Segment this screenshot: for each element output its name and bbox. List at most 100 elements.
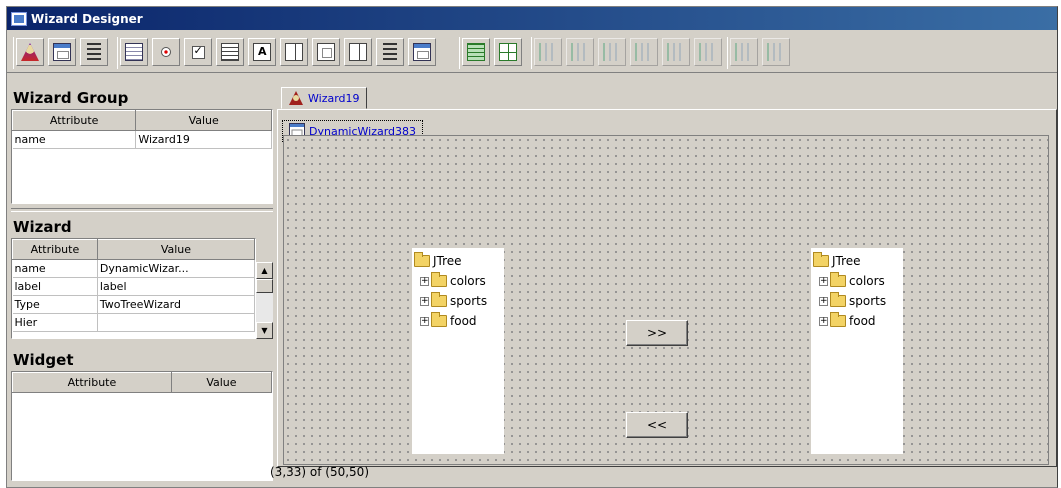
column-header[interactable]: Attribute bbox=[12, 239, 98, 260]
align-right-button[interactable] bbox=[598, 38, 626, 66]
wizard-designer-window: Wizard Designer ✓ A Wizard Group Attribu… bbox=[6, 6, 1058, 488]
tree-list-tool[interactable] bbox=[376, 38, 404, 66]
tree-root[interactable]: JTree bbox=[414, 251, 504, 271]
attribute-cell[interactable]: name bbox=[12, 130, 137, 149]
folder-icon bbox=[431, 292, 447, 307]
left-jtree[interactable]: JTree + colors + sports + food bbox=[412, 248, 504, 454]
tree-root[interactable]: JTree bbox=[813, 251, 903, 271]
attribute-cell[interactable]: Hier bbox=[12, 313, 98, 332]
textarea-tool[interactable] bbox=[248, 38, 276, 66]
value-cell[interactable]: TwoTreeWizard bbox=[97, 295, 256, 314]
align-bottom-button[interactable] bbox=[694, 38, 722, 66]
scroll-thumb[interactable] bbox=[256, 279, 273, 293]
dialog-button[interactable] bbox=[48, 38, 76, 66]
toolbar-group-widgets bbox=[117, 37, 438, 69]
tree-node-label: colors bbox=[849, 274, 885, 288]
align-middle-button[interactable] bbox=[662, 38, 690, 66]
expand-plus-icon[interactable]: + bbox=[420, 316, 429, 326]
tree-node-sports[interactable]: + sports bbox=[813, 291, 903, 311]
table-row[interactable]: label label bbox=[12, 277, 256, 296]
align-left-button[interactable] bbox=[534, 38, 562, 66]
expand-plus-icon[interactable]: + bbox=[819, 296, 828, 306]
expand-plus-icon[interactable]: + bbox=[819, 276, 828, 286]
table-layout-button[interactable] bbox=[494, 38, 522, 66]
scroll-down-arrow-icon[interactable]: ▼ bbox=[256, 322, 273, 339]
grid-layout-button[interactable] bbox=[462, 38, 490, 66]
value-cell[interactable]: label bbox=[97, 277, 256, 296]
table-row[interactable]: name DynamicWizar... bbox=[12, 259, 256, 278]
wizard-grid-wrap: Attribute Value name DynamicWizar... lab… bbox=[11, 238, 273, 339]
align-right-icon bbox=[603, 43, 621, 61]
radio-button-tool[interactable] bbox=[152, 38, 180, 66]
tab-wizard19[interactable]: Wizard19 bbox=[281, 87, 367, 109]
expand-plus-icon[interactable]: + bbox=[420, 276, 429, 286]
same-width-icon bbox=[735, 43, 753, 61]
wizard-grid: Attribute Value name DynamicWizar... lab… bbox=[11, 238, 256, 339]
list-icon bbox=[221, 43, 239, 61]
attribute-cell[interactable]: Type bbox=[12, 295, 98, 314]
column-header[interactable]: Value bbox=[135, 110, 272, 131]
wizard-group-grid: Attribute Value name Wizard19 bbox=[11, 109, 273, 204]
same-height-button[interactable] bbox=[762, 38, 790, 66]
column-header[interactable]: Value bbox=[96, 239, 256, 260]
tree-node-food[interactable]: + food bbox=[813, 311, 903, 331]
value-cell[interactable]: Wizard19 bbox=[135, 130, 272, 149]
scroll-up-arrow-icon[interactable]: ▲ bbox=[256, 262, 273, 279]
right-jtree[interactable]: JTree + colors + sports + food bbox=[811, 248, 903, 454]
form-icon bbox=[125, 43, 143, 61]
column-tool[interactable] bbox=[280, 38, 308, 66]
tree-node-food[interactable]: + food bbox=[414, 311, 504, 331]
attribute-cell[interactable]: name bbox=[12, 259, 98, 278]
folder-icon bbox=[830, 272, 846, 287]
tree-node-sports[interactable]: + sports bbox=[414, 291, 504, 311]
table-row[interactable]: Hier bbox=[12, 313, 256, 332]
tree-node-colors[interactable]: + colors bbox=[414, 271, 504, 291]
widget-grid: Attribute Value bbox=[11, 371, 273, 481]
align-top-button[interactable] bbox=[630, 38, 658, 66]
align-top-icon bbox=[635, 43, 653, 61]
checkbox-tool[interactable] bbox=[184, 38, 212, 66]
align-bottom-icon bbox=[699, 43, 717, 61]
radio-icon bbox=[161, 47, 171, 57]
value-cell[interactable]: DynamicWizar... bbox=[97, 259, 256, 278]
status-coordinates: (3,33) of (50,50) bbox=[270, 465, 369, 479]
tree-node-label: JTree bbox=[832, 254, 861, 268]
value-cell[interactable] bbox=[97, 313, 256, 332]
window-title: Wizard Designer bbox=[31, 11, 143, 26]
wizard-button[interactable] bbox=[16, 38, 44, 66]
list-tool[interactable] bbox=[216, 38, 244, 66]
tree-node-colors[interactable]: + colors bbox=[813, 271, 903, 291]
divider bbox=[11, 208, 273, 212]
folder-icon bbox=[830, 312, 846, 327]
checkbox-icon bbox=[191, 44, 205, 59]
title-bar[interactable]: Wizard Designer bbox=[7, 7, 1057, 30]
move-left-button[interactable]: << bbox=[626, 412, 688, 438]
align-center-button[interactable] bbox=[566, 38, 594, 66]
folder-icon bbox=[414, 252, 430, 267]
textarea-icon bbox=[253, 43, 271, 61]
same-width-button[interactable] bbox=[730, 38, 758, 66]
grid-table-icon bbox=[499, 43, 517, 61]
table-row[interactable]: name Wizard19 bbox=[12, 130, 272, 149]
wizard-grid-scrollbar[interactable]: ▲ ▼ bbox=[256, 262, 273, 339]
column-header[interactable]: Value bbox=[170, 372, 273, 393]
attribute-cell[interactable]: label bbox=[12, 277, 98, 296]
column-header[interactable]: Attribute bbox=[11, 110, 137, 131]
move-right-button[interactable]: >> bbox=[626, 320, 688, 346]
tree-button[interactable] bbox=[80, 38, 108, 66]
panel-tool[interactable] bbox=[408, 38, 436, 66]
design-canvas[interactable]: JTree + colors + sports + food >> << JTr… bbox=[283, 135, 1049, 465]
form-button[interactable] bbox=[120, 38, 148, 66]
box-icon bbox=[317, 43, 335, 61]
column-header[interactable]: Attribute bbox=[12, 372, 172, 393]
expand-plus-icon[interactable]: + bbox=[420, 296, 429, 306]
expand-plus-icon[interactable]: + bbox=[819, 316, 828, 326]
same-height-icon bbox=[767, 43, 785, 61]
table-row[interactable]: Type TwoTreeWizard bbox=[12, 295, 256, 314]
wizard-group-title: Wizard Group bbox=[13, 89, 129, 107]
split-tool[interactable] bbox=[344, 38, 372, 66]
box-tool[interactable] bbox=[312, 38, 340, 66]
panel-icon bbox=[413, 43, 431, 61]
align-center-icon bbox=[571, 43, 589, 61]
tab-label: Wizard19 bbox=[308, 91, 360, 105]
